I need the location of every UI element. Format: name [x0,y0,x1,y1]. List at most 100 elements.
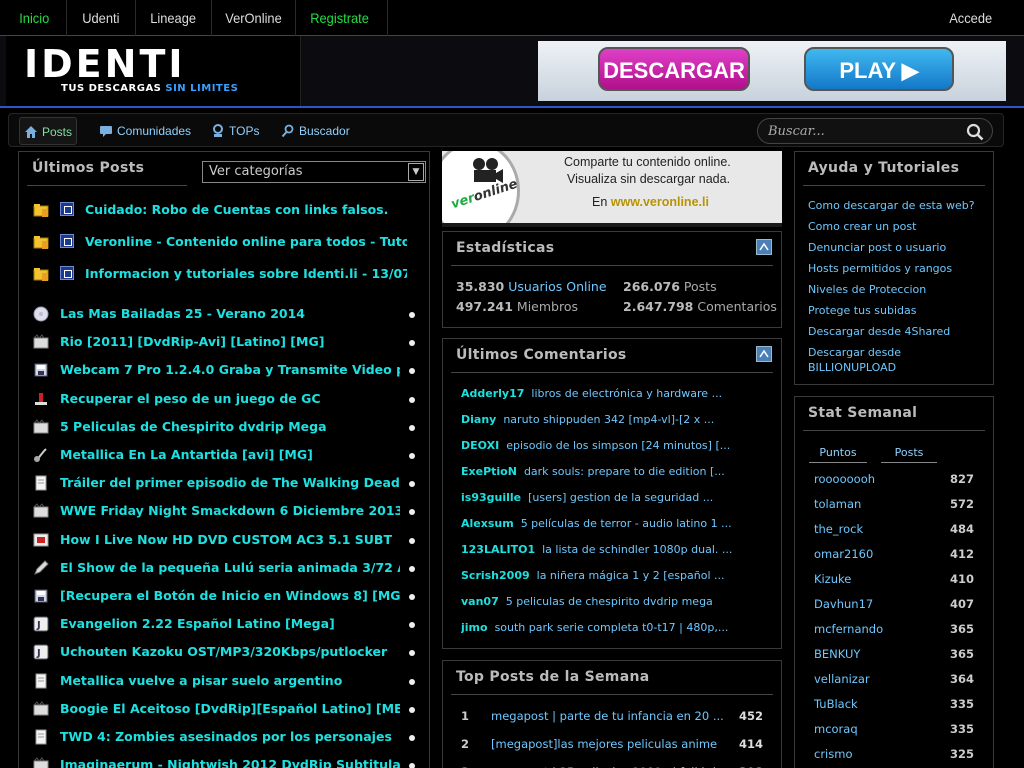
post-item[interactable]: Recuperar el peso de un juego de GC [19,388,429,412]
comment-text[interactable]: episodio de los simpson [24 minutos] [..… [506,439,730,452]
comment-user[interactable]: van07 [461,595,499,608]
nav-lineage[interactable]: Lineage [141,0,205,36]
comment-item[interactable]: Alexsum 5 películas de terror - audio la… [461,517,761,530]
comment-text[interactable]: [users] gestion de la seguridad ... [528,491,713,504]
post-title[interactable]: Metallica vuelve a pisar suelo argentino [60,673,400,688]
subnav-comunidades[interactable]: Comunidades [95,117,191,145]
top-post-title[interactable]: [megapost]las mejores peliculas anime [491,737,726,751]
weekly-stat-user[interactable]: BENKUY [814,647,860,661]
subnav-posts[interactable]: Posts [19,117,77,145]
post-item[interactable]: Imaginaerum - Nightwish 2012 DvdRip Subt… [19,754,429,768]
help-link[interactable]: Hosts permitidos y rangos [808,261,988,276]
post-item[interactable]: J Evangelion 2.22 Español Latino [Mega] [19,613,429,637]
refresh-icon[interactable] [756,346,772,362]
comment-item[interactable]: van07 5 peliculas de chespirito dvdrip m… [461,595,761,608]
comment-item[interactable]: Diany naruto shippuden 342 [mp4-vl]-[2 x… [461,413,761,426]
magnifier-icon[interactable] [966,123,984,141]
weekly-stat-user[interactable]: mcoraq [814,722,858,736]
post-item[interactable]: [Recupera el Botón de Inicio en Windows … [19,585,429,609]
comment-user[interactable]: Adderly17 [461,387,524,400]
tab-posts[interactable]: Posts [881,443,937,463]
veronline-banner[interactable]: veronline Comparte tu contenido online. … [442,151,782,226]
comment-item[interactable]: Scrish2009 la niñera mágica 1 y 2 [españ… [461,569,761,582]
post-item[interactable]: 5 Peliculas de Chespirito dvdrip Mega [19,416,429,440]
comment-user[interactable]: Alexsum [461,517,514,530]
post-title[interactable]: Metallica En La Antartida [avi] [MG] [60,447,400,462]
comment-item[interactable]: Adderly17 libros de electrónica y hardwa… [461,387,761,400]
weekly-stat-user[interactable]: mcfernando [814,622,883,636]
help-link[interactable]: Descargar desde BILLIONUPLOAD [808,345,928,375]
help-link[interactable]: Como descargar de esta web? [808,198,988,213]
nav-veronline[interactable]: VerOnline [216,0,291,36]
categories-dropdown[interactable]: Ver categorías ▼ [202,161,426,183]
help-link[interactable]: Denunciar post o usuario [808,240,988,255]
site-logo[interactable]: IDENTI TUS DESCARGAS SIN LIMITES [6,36,301,108]
sticky-post-title[interactable]: Informacion y tutoriales sobre Identi.li… [85,266,407,281]
banner-play-button[interactable]: PLAY ▶ [804,47,954,91]
comment-text[interactable]: naruto shippuden 342 [mp4-vl]-[2 x ... [503,413,714,426]
sticky-post-title[interactable]: Cuidado: Robo de Cuentas con links falso… [85,202,407,217]
comment-user[interactable]: Scrish2009 [461,569,530,582]
help-link[interactable]: Descargar desde 4Shared [808,324,988,339]
subnav-buscador[interactable]: Buscador [277,117,350,145]
tab-puntos[interactable]: Puntos [809,443,867,463]
help-link[interactable]: Protege tus subidas [808,303,988,318]
weekly-stat-user[interactable]: Kizuke [814,572,851,586]
post-title[interactable]: Rio [2011] [DvdRip-Avi] [Latino] [MG] [60,334,400,349]
weekly-stat-user[interactable]: vellanizar [814,672,870,686]
comment-text[interactable]: 5 películas de terror - audio latino 1 .… [521,517,732,530]
post-title[interactable]: Webcam 7 Pro 1.2.4.0 Graba y Transmite V… [60,362,400,377]
weekly-stat-user[interactable]: TuBlack [814,697,858,711]
post-title[interactable]: [Recupera el Botón de Inicio en Windows … [60,588,400,603]
post-title[interactable]: Tráiler del primer episodio de The Walki… [60,475,400,490]
weekly-stat-user[interactable]: the_rock [814,522,863,536]
weekly-stat-user[interactable]: tolaman [814,497,861,511]
comment-user[interactable]: is93guille [461,491,521,504]
post-item[interactable]: Rio [2011] [DvdRip-Avi] [Latino] [MG] [19,331,429,355]
post-title[interactable]: Recuperar el peso de un juego de GC [60,391,400,406]
post-item[interactable]: Las Mas Bailadas 25 - Verano 2014 [19,303,429,327]
ad-banner[interactable]: DESCARGAR PLAY ▶ [538,41,1006,101]
help-link[interactable]: Niveles de Proteccion [808,282,988,297]
post-title[interactable]: 5 Peliculas de Chespirito dvdrip Mega [60,419,400,434]
comment-item[interactable]: is93guille [users] gestion de la segurid… [461,491,761,504]
sticky-post-item[interactable]: Informacion y tutoriales sobre Identi.li… [19,263,429,287]
comment-item[interactable]: DEOXI episodio de los simpson [24 minuto… [461,439,761,452]
subnav-tops[interactable]: TOPs [207,117,259,145]
post-item[interactable]: El Show de la pequeña Lulú seria animada… [19,557,429,581]
post-item[interactable]: Metallica vuelve a pisar suelo argentino [19,670,429,694]
post-item[interactable]: TWD 4: Zombies asesinados por los person… [19,726,429,750]
weekly-stat-user[interactable]: omar2160 [814,547,873,561]
post-title[interactable]: Evangelion 2.22 Español Latino [Mega] [60,616,400,631]
post-title[interactable]: Boogie El Aceitoso [DvdRip][Español Lati… [60,701,400,716]
comment-user[interactable]: DEOXI [461,439,499,452]
nav-udenti[interactable]: Udenti [73,0,129,36]
post-title[interactable]: Imaginaerum - Nightwish 2012 DvdRip Subt… [60,757,400,768]
comment-user[interactable]: 123LALITO1 [461,543,535,556]
comment-text[interactable]: 5 peliculas de chespirito dvdrip mega [506,595,713,608]
post-item[interactable]: Boogie El Aceitoso [DvdRip][Español Lati… [19,698,429,722]
nav-registrate[interactable]: Registrate [301,0,378,36]
comment-text[interactable]: dark souls: prepare to die edition [... [524,465,725,478]
post-item[interactable]: Metallica En La Antartida [avi] [MG] [19,444,429,468]
post-title[interactable]: WWE Friday Night Smackdown 6 Diciembre 2… [60,503,400,518]
post-title[interactable]: TWD 4: Zombies asesinados por los person… [60,729,400,744]
comment-user[interactable]: ExePtioN [461,465,517,478]
post-item[interactable]: Tráiler del primer episodio de The Walki… [19,472,429,496]
comment-user[interactable]: Diany [461,413,496,426]
post-title[interactable]: How I Live Now HD DVD CUSTOM AC3 5.1 SUB… [60,532,400,547]
refresh-icon[interactable] [756,239,772,255]
search-input[interactable] [768,122,958,140]
comment-item[interactable]: 123LALITO1 la lista de schindler 1080p d… [461,543,761,556]
sticky-post-item[interactable]: Cuidado: Robo de Cuentas con links falso… [19,199,429,223]
help-link[interactable]: Como crear un post [808,219,988,234]
post-item[interactable]: How I Live Now HD DVD CUSTOM AC3 5.1 SUB… [19,529,429,553]
weekly-stat-user[interactable]: roooooooh [814,472,875,486]
post-item[interactable]: Webcam 7 Pro 1.2.4.0 Graba y Transmite V… [19,359,429,383]
weekly-stat-user[interactable]: Davhun17 [814,597,873,611]
comment-user[interactable]: jimo [461,621,488,634]
nav-inicio[interactable]: Inicio [10,0,58,36]
post-title[interactable]: Uchouten Kazoku OST/MP3/320Kbps/putlocke… [60,644,400,659]
comment-text[interactable]: libros de electrónica y hardware ... [531,387,722,400]
login-link[interactable]: Accede [940,0,1001,36]
